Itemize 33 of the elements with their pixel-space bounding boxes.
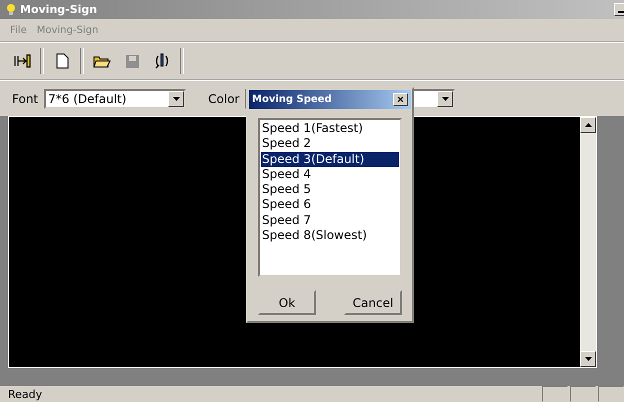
window-title: Moving-Sign [20,3,98,16]
caret-down-icon [442,96,449,100]
list-item[interactable]: Speed 4 [261,166,399,182]
connector-icon [13,53,31,69]
list-item[interactable]: Speed 2 [261,136,399,152]
list-item[interactable]: Speed 3(Default) [261,152,399,167]
list-item[interactable]: Speed 7 [261,212,399,228]
close-button[interactable]: × [393,93,408,106]
folder-icon [93,54,111,68]
list-item[interactable]: Speed 5 [261,182,399,198]
ok-button[interactable]: Ok [258,290,316,315]
caret-down-icon [172,96,180,100]
scroll-up-button[interactable] [580,117,596,133]
font-dropdown[interactable]: 7*6 (Default) [44,88,186,108]
dropdown-arrow-button[interactable] [437,90,454,106]
minimize-icon [618,10,624,12]
color-label: Color [208,92,240,106]
dialog-title: Moving Speed [252,94,333,105]
font-label: Font [12,92,38,106]
cancel-button[interactable]: Cancel [344,290,402,315]
lightbulb-icon [6,3,16,16]
new-file-icon [56,53,68,69]
status-text: Ready [8,388,44,400]
list-item[interactable]: Speed 8(Slowest) [261,228,399,244]
dropdown-arrow-button[interactable] [168,90,184,106]
list-item[interactable]: Speed 6 [261,197,399,213]
vertical-scrollbar[interactable] [580,117,596,367]
scroll-down-button[interactable] [580,351,596,367]
caret-down-icon [584,357,592,361]
signal-icon [153,52,171,70]
caret-up-icon [584,123,592,127]
list-item[interactable]: Speed 1(Fastest) [261,121,399,136]
minimize-button[interactable] [614,3,624,16]
